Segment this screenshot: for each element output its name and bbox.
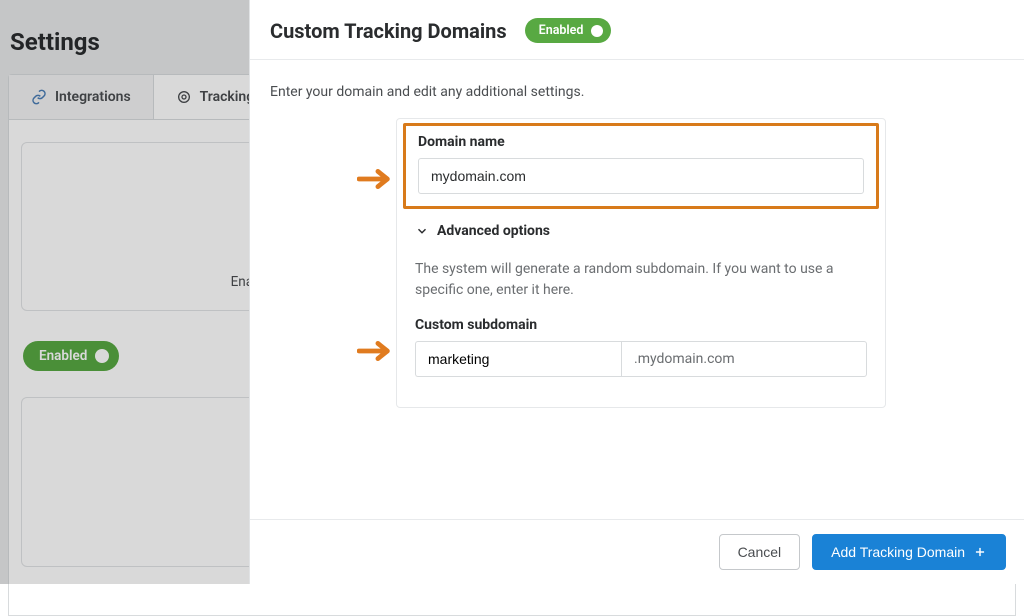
advanced-label: Advanced options bbox=[437, 223, 550, 239]
modal-header: Custom Tracking Domains Enabled bbox=[250, 0, 1024, 60]
domain-name-group: Domain name bbox=[403, 123, 879, 209]
modal-enabled-toggle[interactable]: Enabled bbox=[525, 18, 612, 43]
custom-tracking-modal: Custom Tracking Domains Enabled Enter yo… bbox=[249, 0, 1024, 584]
modal-title: Custom Tracking Domains bbox=[270, 19, 507, 43]
subdomain-row: .mydomain.com bbox=[415, 341, 867, 377]
toggle-dot-icon bbox=[591, 25, 603, 37]
modal-body: Enter your domain and edit any additiona… bbox=[250, 60, 1024, 519]
annotation-arrow-icon bbox=[357, 340, 395, 362]
advanced-options-toggle[interactable]: Advanced options bbox=[415, 213, 867, 245]
domain-name-input[interactable] bbox=[418, 158, 864, 194]
form-panel: Domain name Advanced options The system … bbox=[396, 118, 886, 408]
domain-name-label: Domain name bbox=[418, 134, 864, 150]
chevron-down-icon bbox=[415, 224, 429, 238]
subdomain-label: Custom subdomain bbox=[415, 317, 867, 333]
cancel-button[interactable]: Cancel bbox=[719, 534, 801, 570]
button-label: Cancel bbox=[738, 544, 782, 560]
enabled-label: Enabled bbox=[539, 23, 584, 38]
add-tracking-domain-button[interactable]: Add Tracking Domain bbox=[812, 534, 1006, 570]
modal-footer: Cancel Add Tracking Domain bbox=[250, 519, 1024, 584]
subdomain-input[interactable] bbox=[415, 341, 621, 377]
button-label: Add Tracking Domain bbox=[831, 544, 965, 560]
plus-icon bbox=[973, 545, 987, 559]
subdomain-suffix: .mydomain.com bbox=[621, 341, 867, 377]
advanced-help-text: The system will generate a random subdom… bbox=[415, 259, 867, 301]
instruction-text: Enter your domain and edit any additiona… bbox=[270, 84, 1004, 100]
annotation-arrow-icon bbox=[357, 168, 395, 190]
